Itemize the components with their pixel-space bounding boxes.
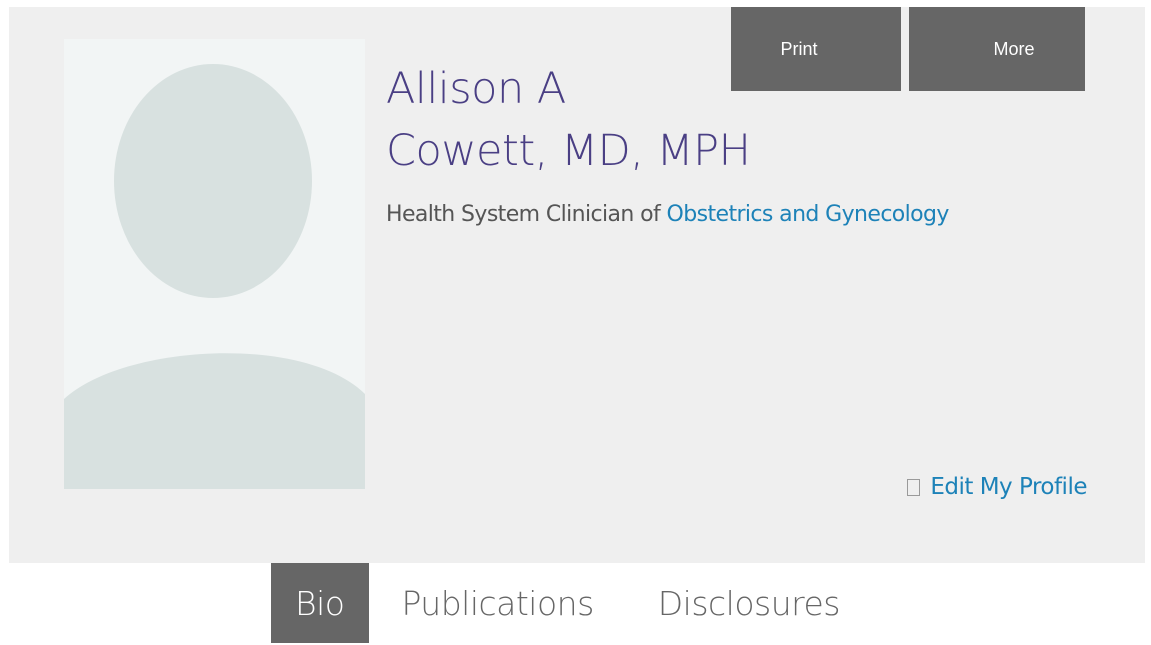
edit-profile-link[interactable]: Edit My Profile [907,470,1087,504]
person-silhouette-icon [64,64,365,489]
avatar [64,39,365,489]
profile-name-line1: Allison A [386,64,566,114]
profile-title: Health System Clinician of Obstetrics an… [386,199,949,231]
edit-profile-label: Edit My Profile [930,474,1087,500]
more-button[interactable]: More [909,7,1085,91]
profile-title-prefix: Health System Clinician of [386,202,667,227]
department-link[interactable]: Obstetrics and Gynecology [667,202,950,227]
profile-name-line2: Cowett, MD, MPH [386,126,751,176]
tab-publications[interactable]: Publications [369,563,625,643]
print-button[interactable]: Print [731,7,901,91]
edit-icon [907,478,921,496]
tab-bio[interactable]: Bio [271,563,370,643]
tab-disclosures[interactable]: Disclosures [626,563,872,643]
profile-tabs: Bio Publications Disclosures [271,563,872,643]
